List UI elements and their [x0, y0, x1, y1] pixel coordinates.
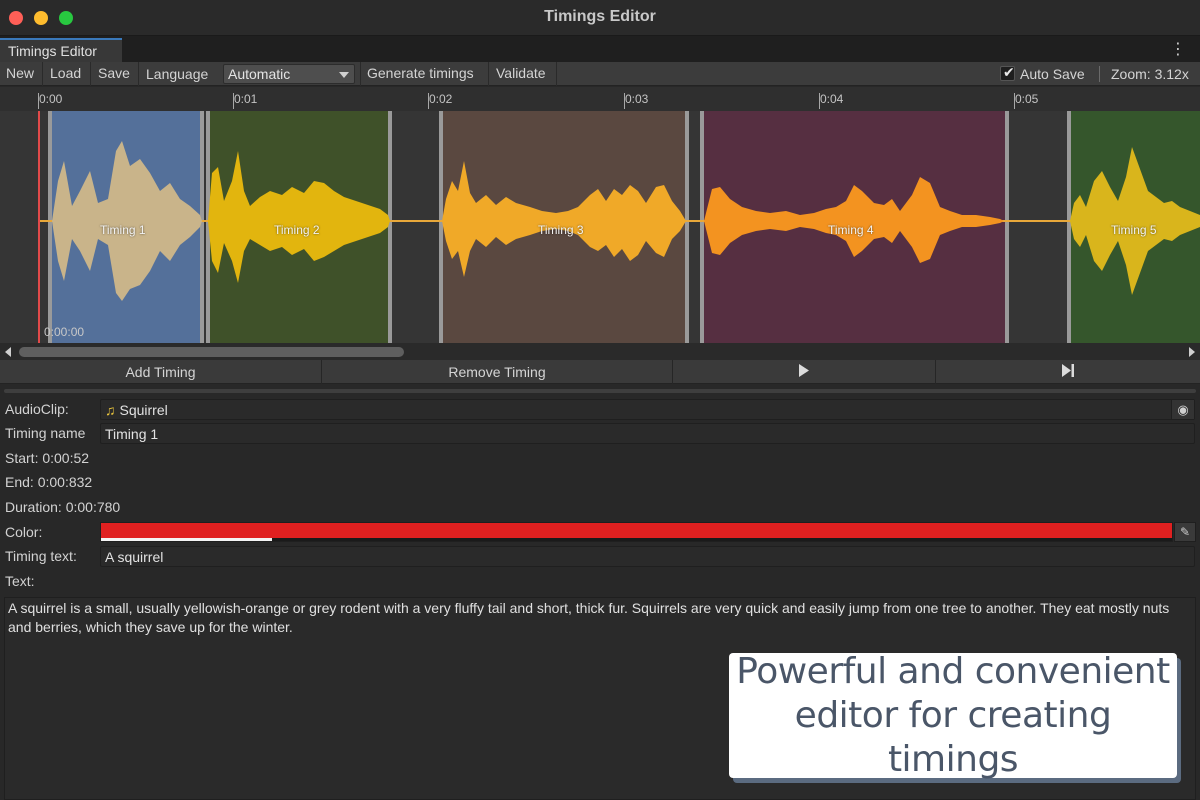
add-timing-button[interactable]: Add Timing [0, 360, 322, 384]
window-title: Timings Editor [544, 8, 656, 25]
zoom-label: Zoom: 3.12x [1111, 66, 1189, 82]
waveform-shape [208, 151, 390, 283]
language-label: Language [146, 66, 209, 82]
timeline-scrollbar[interactable] [0, 343, 1200, 360]
eyedropper-icon[interactable]: ✎ [1174, 522, 1196, 542]
validate-button[interactable]: Validate [490, 62, 557, 86]
promo-text: Powerful and convenient editor for creat… [729, 650, 1177, 782]
language-select-value: Automatic [228, 66, 291, 82]
audioclip-label: AudioClip: [5, 401, 69, 417]
segment-label: Timing 4 [828, 223, 874, 237]
text-label: Text: [5, 573, 35, 589]
color-alpha-bar [101, 538, 273, 541]
new-button[interactable]: New [0, 62, 43, 86]
toolbar-separator [1099, 66, 1100, 82]
object-picker-icon[interactable]: ◉ [1171, 400, 1194, 419]
toolbar: New Load Save Language Automatic Generat… [0, 62, 1200, 86]
ruler-tick-label: 0:00 [39, 92, 63, 106]
kebab-menu-icon[interactable]: ⋮ [1170, 39, 1186, 59]
promo-line: Powerful and convenient [736, 650, 1170, 692]
segment-label: Timing 3 [538, 223, 584, 237]
timing-name-label: Timing name [5, 425, 86, 441]
segment-label: Timing 2 [274, 223, 320, 237]
load-button[interactable]: Load [44, 62, 91, 86]
timeline-panel[interactable]: 0:00 0:01 0:02 0:03 0:04 0:05 Timing 1 T… [0, 87, 1200, 343]
play-button[interactable] [673, 360, 936, 384]
window-titlebar: Timings Editor [0, 0, 1200, 36]
panel-divider[interactable] [4, 389, 1196, 393]
audioclip-value: Squirrel [119, 402, 168, 418]
promo-banner: Powerful and convenient editor for creat… [729, 651, 1177, 780]
generate-timings-button[interactable]: Generate timings [360, 62, 489, 86]
start-text: Start: 0:00:52 [5, 450, 90, 466]
language-select[interactable]: Automatic [223, 64, 355, 84]
scroll-right-icon[interactable] [1189, 347, 1195, 357]
timing-action-bar: Add Timing Remove Timing [0, 360, 1200, 384]
timing-text-label: Timing text: [5, 548, 77, 564]
color-label: Color: [5, 524, 43, 540]
timing-text-input[interactable]: A squirrel [100, 546, 1195, 567]
promo-line: editor for creating timings [794, 694, 1112, 780]
segment-label: Timing 5 [1111, 223, 1157, 237]
chevron-down-icon [339, 72, 349, 78]
end-text: End: 0:00:832 [5, 474, 93, 490]
audio-waveform [38, 141, 1200, 301]
skip-next-icon [1062, 364, 1074, 377]
autosave-checkbox[interactable]: ✔ [1000, 64, 1015, 81]
playhead[interactable] [38, 111, 40, 343]
color-field[interactable] [100, 522, 1173, 542]
tab-timings-editor[interactable]: Timings Editor [0, 38, 122, 62]
timing-name-input[interactable]: Timing 1 [100, 423, 1195, 444]
checkmark-icon: ✔ [1003, 64, 1015, 80]
waveform-shape [52, 141, 202, 301]
segment-label: Timing 1 [100, 223, 146, 237]
ruler-tick-label: 0:02 [429, 92, 453, 106]
tab-bar: Timings Editor ⋮ [0, 36, 1200, 62]
play-icon [799, 364, 809, 377]
save-button[interactable]: Save [92, 62, 139, 86]
waveform-shape [704, 177, 1004, 263]
scrollbar-thumb[interactable] [19, 347, 404, 357]
duration-text: Duration: 0:00:780 [5, 499, 121, 515]
ruler-tick-label: 0:03 [625, 92, 649, 106]
current-timecode: 0:00:00 [44, 325, 85, 339]
audio-note-icon: ♫ [105, 402, 116, 418]
ruler-tick-label: 0:04 [820, 92, 844, 106]
ruler-tick-label: 0:05 [1015, 92, 1039, 106]
autosave-label: Auto Save [1020, 66, 1085, 82]
time-ruler[interactable]: 0:00 0:01 0:02 0:03 0:04 0:05 [0, 87, 1200, 111]
remove-timing-button[interactable]: Remove Timing [322, 360, 673, 384]
audioclip-field[interactable]: ♫ Squirrel ◉ [100, 399, 1195, 420]
skip-next-button[interactable] [936, 360, 1200, 384]
scroll-left-icon[interactable] [5, 347, 11, 357]
waveform-shape [442, 161, 686, 277]
waveform-shape [1070, 147, 1200, 295]
ruler-tick-label: 0:01 [234, 92, 258, 106]
